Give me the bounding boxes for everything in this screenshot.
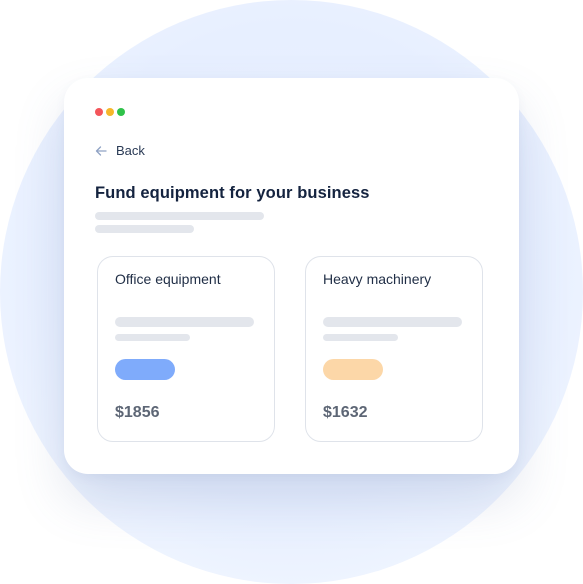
page-title: Fund equipment for your business: [95, 184, 370, 202]
close-dot[interactable]: [95, 108, 103, 116]
card-placeholder-line: [115, 317, 254, 327]
minimize-dot[interactable]: [106, 108, 114, 116]
card-placeholder-line: [323, 334, 398, 341]
card-placeholder-line: [323, 317, 462, 327]
card-action-pill[interactable]: [323, 359, 383, 380]
subtitle-placeholder-line: [95, 212, 264, 220]
back-link[interactable]: Back: [95, 143, 145, 158]
card-title: Office equipment: [115, 271, 221, 287]
card-title: Heavy machinery: [323, 271, 432, 287]
maximize-dot[interactable]: [117, 108, 125, 116]
card-placeholder-line: [115, 334, 190, 341]
card-heavy-machinery[interactable]: Heavy machinery $1632: [305, 256, 483, 442]
subtitle-placeholder-line: [95, 225, 194, 233]
back-label: Back: [116, 143, 145, 158]
illustration-stage: Back Fund equipment for your business Of…: [0, 0, 583, 584]
app-window: Back Fund equipment for your business Of…: [64, 78, 519, 474]
card-price: $1632: [323, 404, 368, 421]
card-action-pill[interactable]: [115, 359, 175, 380]
window-controls: [95, 108, 125, 116]
card-office-equipment[interactable]: Office equipment $1856: [97, 256, 275, 442]
card-price: $1856: [115, 404, 160, 421]
arrow-left-icon: [95, 145, 107, 156]
